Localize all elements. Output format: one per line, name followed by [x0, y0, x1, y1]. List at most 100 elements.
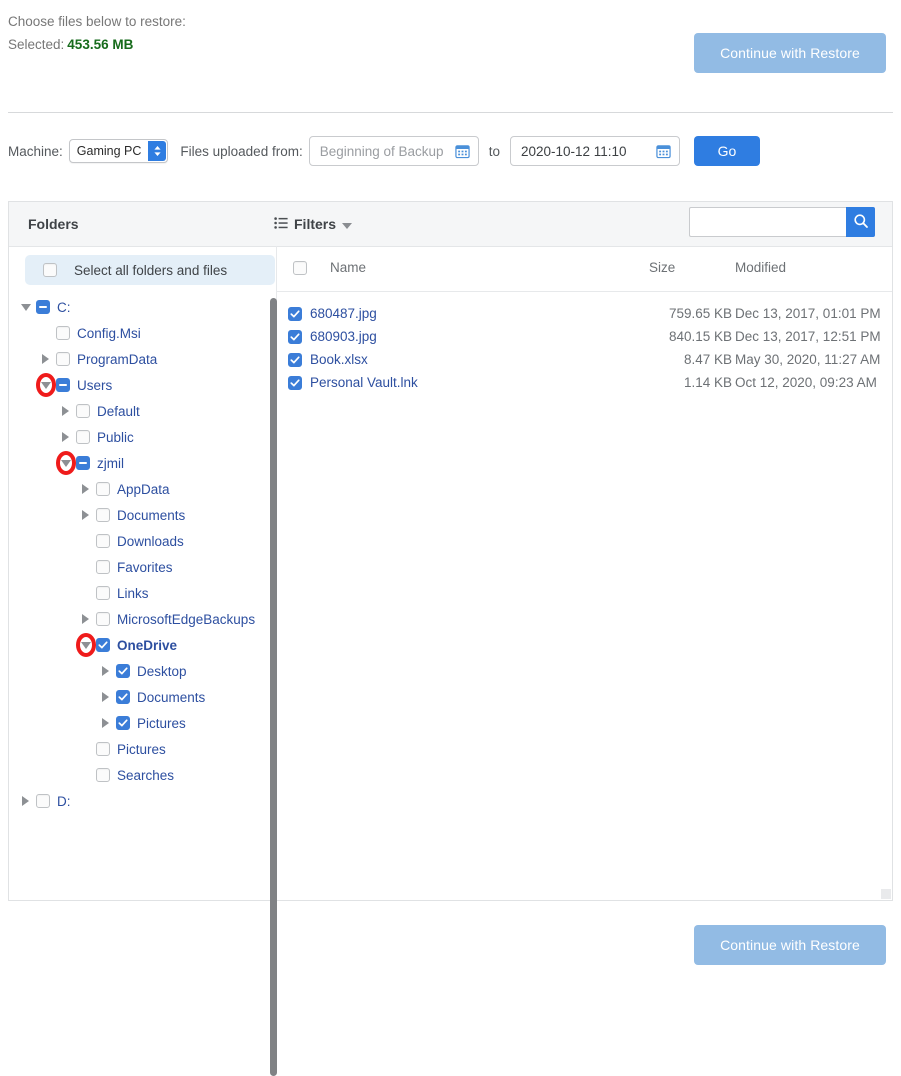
tree-checkbox[interactable]: [56, 352, 70, 366]
tree-item-documents[interactable]: Documents: [9, 502, 267, 528]
date-from-field[interactable]: Beginning of Backup: [308, 136, 479, 166]
file-checkbox[interactable]: [288, 375, 302, 390]
tree-checkbox[interactable]: [96, 560, 110, 574]
modified-column-header[interactable]: Modified: [735, 260, 786, 275]
file-row[interactable]: Book.xlsx 8.47 KB May 30, 2020, 11:27 AM: [277, 348, 891, 371]
go-button[interactable]: Go: [693, 136, 760, 166]
file-name[interactable]: Book.xlsx: [310, 352, 368, 367]
tree-checkbox[interactable]: [96, 586, 110, 600]
tree-checkbox[interactable]: [76, 456, 90, 470]
tree-checkbox[interactable]: [76, 404, 90, 418]
triangle-right-icon[interactable]: [39, 346, 52, 372]
file-name[interactable]: Personal Vault.lnk: [310, 375, 418, 390]
tree-checkbox[interactable]: [96, 768, 110, 782]
triangle-down-icon[interactable]: [79, 632, 92, 658]
triangle-right-icon[interactable]: [19, 788, 32, 814]
triangle-right-icon[interactable]: [59, 424, 72, 450]
tree-item-d-[interactable]: D:: [9, 788, 267, 814]
tree-item-label[interactable]: C:: [57, 300, 71, 315]
triangle-right-icon[interactable]: [59, 398, 72, 424]
tree-item-favorites[interactable]: Favorites: [9, 554, 267, 580]
triangle-right-icon[interactable]: [79, 606, 92, 632]
tree-checkbox[interactable]: [116, 664, 130, 678]
select-all-files-checkbox[interactable]: [293, 260, 307, 275]
tree-item-label[interactable]: Pictures: [137, 716, 186, 731]
tree-item-label[interactable]: Users: [77, 378, 112, 393]
tree-item-label[interactable]: OneDrive: [117, 638, 177, 653]
tree-item-desktop[interactable]: Desktop: [9, 658, 267, 684]
search-input[interactable]: [689, 207, 846, 237]
tree-checkbox[interactable]: [76, 430, 90, 444]
tree-item-pictures[interactable]: Pictures: [9, 736, 267, 762]
continue-with-restore-button-top[interactable]: Continue with Restore: [694, 33, 886, 73]
tree-item-c-[interactable]: C:: [9, 294, 267, 320]
triangle-right-icon[interactable]: [79, 502, 92, 528]
tree-item-label[interactable]: Desktop: [137, 664, 187, 679]
file-checkbox[interactable]: [288, 306, 302, 321]
tree-item-label[interactable]: MicrosoftEdgeBackups: [117, 612, 255, 627]
file-name[interactable]: 680487.jpg: [310, 306, 377, 321]
file-row[interactable]: Personal Vault.lnk 1.14 KB Oct 12, 2020, 0…: [277, 371, 891, 394]
folder-tree[interactable]: C: Config.Msi ProgramData Users Default Publi…: [9, 294, 267, 892]
file-list[interactable]: 680487.jpg 759.65 KB Dec 13, 2017, 01:01 P…: [277, 302, 891, 886]
tree-item-label[interactable]: Documents: [117, 508, 185, 523]
triangle-right-icon[interactable]: [99, 710, 112, 736]
filters-menu-button[interactable]: Filters: [274, 216, 353, 232]
tree-item-zjmil[interactable]: zjmil: [9, 450, 267, 476]
tree-item-default[interactable]: Default: [9, 398, 267, 424]
select-all-folders-and-files[interactable]: Select all folders and files: [25, 255, 275, 285]
tree-checkbox[interactable]: [96, 534, 110, 548]
tree-checkbox[interactable]: [96, 638, 110, 652]
tree-item-config-msi[interactable]: Config.Msi: [9, 320, 267, 346]
machine-select[interactable]: Gaming PC: [68, 139, 169, 163]
tree-item-downloads[interactable]: Downloads: [9, 528, 267, 554]
triangle-down-icon[interactable]: [19, 294, 32, 320]
file-row[interactable]: 680903.jpg 840.15 KB Dec 13, 2017, 12:51 P…: [277, 325, 891, 348]
tree-item-microsoftedgebackups[interactable]: MicrosoftEdgeBackups: [9, 606, 267, 632]
tree-checkbox[interactable]: [116, 716, 130, 730]
tree-checkbox[interactable]: [96, 612, 110, 626]
triangle-right-icon[interactable]: [99, 684, 112, 710]
file-row[interactable]: 680487.jpg 759.65 KB Dec 13, 2017, 01:01 P…: [277, 302, 891, 325]
triangle-down-icon[interactable]: [39, 372, 52, 398]
tree-item-label[interactable]: Searches: [117, 768, 174, 783]
tree-item-label[interactable]: Public: [97, 430, 134, 445]
tree-checkbox[interactable]: [36, 300, 50, 314]
tree-item-pictures[interactable]: Pictures: [9, 710, 267, 736]
tree-item-searches[interactable]: Searches: [9, 762, 267, 788]
triangle-right-icon[interactable]: [99, 658, 112, 684]
name-column-label[interactable]: Name: [330, 260, 366, 275]
tree-checkbox[interactable]: [96, 742, 110, 756]
tree-item-label[interactable]: Pictures: [117, 742, 166, 757]
triangle-right-icon[interactable]: [79, 476, 92, 502]
tree-item-label[interactable]: AppData: [117, 482, 170, 497]
tree-item-public[interactable]: Public: [9, 424, 267, 450]
tree-item-users[interactable]: Users: [9, 372, 267, 398]
tree-item-links[interactable]: Links: [9, 580, 267, 606]
continue-with-restore-button-bottom[interactable]: Continue with Restore: [694, 925, 886, 965]
folder-tree-scrollbar[interactable]: [270, 298, 277, 1076]
tree-item-label[interactable]: Favorites: [117, 560, 173, 575]
tree-checkbox[interactable]: [116, 690, 130, 704]
calendar-icon-from[interactable]: [455, 144, 470, 159]
tree-checkbox[interactable]: [56, 378, 70, 392]
tree-item-label[interactable]: ProgramData: [77, 352, 157, 367]
select-all-checkbox[interactable]: [43, 263, 57, 277]
tree-item-appdata[interactable]: AppData: [9, 476, 267, 502]
file-checkbox[interactable]: [288, 352, 302, 367]
tree-item-label[interactable]: zjmil: [97, 456, 124, 471]
tree-checkbox[interactable]: [56, 326, 70, 340]
tree-item-label[interactable]: Documents: [137, 690, 205, 705]
tree-checkbox[interactable]: [96, 508, 110, 522]
tree-item-label[interactable]: Downloads: [117, 534, 184, 549]
tree-item-onedrive[interactable]: OneDrive: [9, 632, 267, 658]
calendar-icon-to[interactable]: [656, 144, 671, 159]
tree-item-documents[interactable]: Documents: [9, 684, 267, 710]
file-name[interactable]: 680903.jpg: [310, 329, 377, 344]
tree-item-label[interactable]: Links: [117, 586, 149, 601]
date-to-field[interactable]: 2020-10-12 11:10: [509, 136, 680, 166]
tree-item-label[interactable]: Default: [97, 404, 140, 419]
search-button[interactable]: [846, 207, 875, 237]
triangle-down-icon[interactable]: [59, 450, 72, 476]
size-column-header[interactable]: Size: [649, 260, 675, 275]
